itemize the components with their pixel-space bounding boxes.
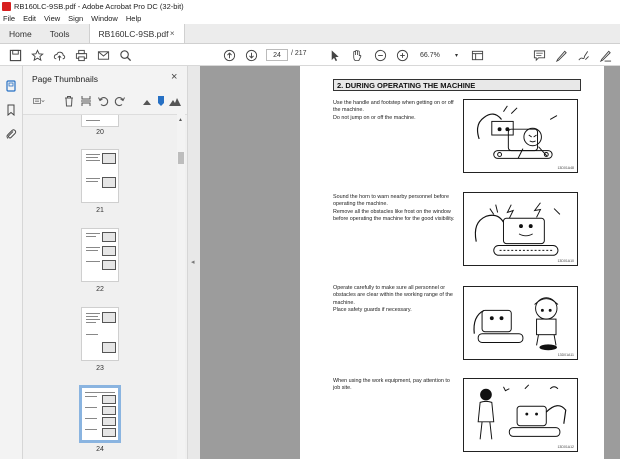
tab-document-label: RB160LC-9SB.pdf [98, 28, 169, 39]
collapse-panel-icon[interactable]: ◂ [191, 258, 195, 266]
zoom-in-icon[interactable] [395, 48, 409, 62]
thumbnail-page-21[interactable] [81, 149, 119, 203]
menu-edit[interactable]: Edit [23, 14, 36, 23]
thumbnail-label-23: 23 [96, 365, 104, 372]
search-icon[interactable] [118, 48, 132, 62]
options-menu-icon[interactable] [33, 94, 51, 106]
highlight-pen-icon[interactable] [554, 48, 568, 62]
thumbnail-label-24: 24 [96, 446, 104, 453]
menu-view[interactable]: View [44, 14, 60, 23]
illustration-code: 13D01A10 [557, 259, 574, 263]
thumbnail-label-22: 22 [96, 286, 104, 293]
rotate-right-icon[interactable] [114, 94, 126, 107]
thumbnail-size-large-icon[interactable] [169, 94, 181, 106]
attachment-icon[interactable] [5, 127, 17, 139]
left-navigation-rail [0, 66, 23, 459]
illustration-sound-horn: 13D01A10 [463, 192, 578, 266]
star-icon[interactable] [30, 48, 44, 62]
tab-tools[interactable]: Tools [41, 24, 79, 43]
illustration-code: 13D01A48 [557, 166, 574, 170]
zoom-select[interactable]: 66.7% ▾ [420, 49, 458, 61]
save-icon[interactable] [8, 48, 22, 62]
illustration-working-range: 13D01A11 [463, 286, 578, 360]
menu-help[interactable]: Help [126, 14, 141, 23]
tab-bar: Home Tools RB160LC-9SB.pdf × [0, 24, 620, 44]
section-2-text: Sound the horn to warn nearby personnel … [333, 194, 455, 223]
illustration-getting-off-machine: 13D01A48 [463, 99, 578, 173]
thumbnail-page-24[interactable] [79, 385, 121, 443]
scrollbar-thumb[interactable] [178, 152, 184, 164]
scroll-up-icon[interactable]: ▲ [178, 117, 183, 123]
upload-cloud-icon[interactable] [52, 48, 66, 62]
tab-document[interactable]: RB160LC-9SB.pdf × [88, 24, 185, 43]
previous-page-icon[interactable] [222, 48, 236, 62]
zoom-out-icon[interactable] [373, 48, 387, 62]
thumbnail-size-small-icon[interactable] [141, 94, 153, 106]
close-panel-icon[interactable]: × [171, 71, 177, 83]
section-3-text: Operate carefully to make sure all perso… [333, 285, 453, 314]
draw-icon[interactable] [576, 48, 590, 62]
document-viewer[interactable]: 2. DURING OPERATING THE MACHINE Use the … [200, 66, 620, 459]
menu-file[interactable]: File [3, 14, 15, 23]
thumbnail-label-20: 20 [96, 129, 104, 136]
window-title: RB160LC-9SB.pdf - Adobe Acrobat Pro DC (… [14, 1, 184, 11]
close-tab-icon[interactable]: × [170, 29, 175, 38]
title-bar: RB160LC-9SB.pdf - Adobe Acrobat Pro DC (… [0, 0, 620, 12]
section-1-text: Use the handle and footstep when getting… [333, 100, 454, 121]
email-icon[interactable] [96, 48, 110, 62]
section-4-text: When using the work equipment, pay atten… [333, 378, 450, 392]
page-thumbnails-icon[interactable] [5, 79, 17, 92]
page-thumbnails-panel: Page Thumbnails × 20 21 22 23 24 [23, 66, 187, 459]
delete-page-icon[interactable] [63, 94, 75, 107]
panel-toolbar [31, 92, 181, 108]
illustration-code: 13D01A11 [557, 353, 574, 357]
page-number-input[interactable]: 24 [266, 49, 288, 61]
thumbnail-label-21: 21 [96, 207, 104, 214]
panel-title: Page Thumbnails [32, 74, 98, 84]
insert-page-icon[interactable] [80, 94, 92, 106]
select-cursor-icon[interactable] [327, 48, 341, 62]
next-page-icon[interactable] [244, 48, 258, 62]
hand-tool-icon[interactable] [349, 48, 363, 62]
menu-window[interactable]: Window [91, 14, 118, 23]
print-icon[interactable] [74, 48, 88, 62]
zoom-value: 66.7% [420, 51, 440, 59]
illustration-job-site: 13D01A12 [463, 378, 578, 452]
menu-sign[interactable]: Sign [68, 14, 83, 23]
page-display-icon[interactable] [470, 48, 484, 62]
chevron-down-icon: ▾ [454, 52, 458, 59]
tab-home[interactable]: Home [0, 24, 41, 43]
acrobat-app-icon [2, 1, 11, 11]
menu-bar: File Edit View Sign Window Help [0, 12, 620, 24]
thumbnail-page-23[interactable] [81, 307, 119, 361]
rotate-left-icon[interactable] [97, 94, 109, 107]
main-toolbar: 24 / 217 66.7% ▾ [0, 44, 620, 66]
panel-splitter[interactable]: ◂ [187, 66, 200, 459]
illustration-code: 13D01A12 [557, 445, 574, 449]
bookmark-icon[interactable] [5, 103, 17, 117]
thumbnail-size-slider-icon[interactable] [155, 94, 167, 106]
thumbnail-page-22[interactable] [81, 228, 119, 282]
thumbnail-list[interactable]: 20 21 22 23 24 [23, 114, 187, 459]
thumbnail-page-20[interactable] [81, 115, 119, 127]
pdf-page: 2. DURING OPERATING THE MACHINE Use the … [300, 66, 604, 459]
comment-icon[interactable] [532, 48, 546, 62]
page-total: / 217 [291, 50, 307, 57]
thumbnail-scrollbar[interactable]: ▲ [177, 114, 185, 459]
section-heading: 2. DURING OPERATING THE MACHINE [333, 79, 581, 91]
fill-sign-icon[interactable] [598, 48, 612, 62]
